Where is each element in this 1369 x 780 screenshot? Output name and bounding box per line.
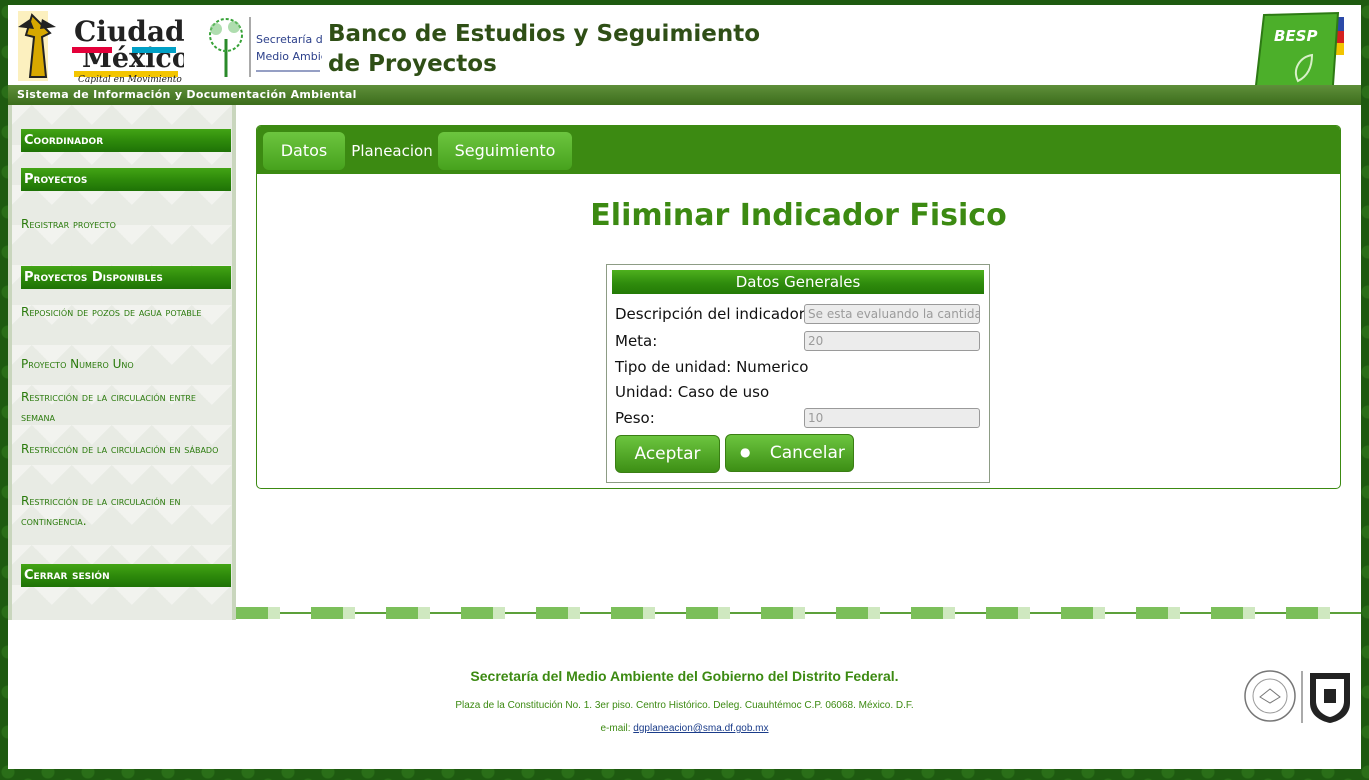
subtitle-text: Sistema de Información y Documentación A… [17,88,357,101]
sidebar-link-restriccion-entre-semana[interactable]: Restricción de la circulación entre sema… [21,387,231,427]
form-title: Datos Generales [612,270,984,294]
sidebar-section-proyectos[interactable]: Proyectos [21,168,231,191]
tab-bar: Datos Planeacion Seguimiento [257,126,1340,174]
cdmx-logo: Ciudad México Capital en Movimiento [18,11,184,85]
sidebar-link-restriccion-sabado[interactable]: Restricción de la circulación en sábado [21,439,231,459]
sidebar-logout[interactable]: Cerrar sesión [21,564,231,587]
decorative-divider [236,607,1361,619]
tab-planeacion[interactable]: Planeacion [349,132,435,170]
meta-input[interactable]: 20 [804,331,980,351]
sidebar-section-proyectos-disponibles[interactable]: Proyectos Disponibles [21,266,231,289]
peso-label: Peso: [615,409,655,427]
main-panel: Datos Planeacion Seguimiento Eliminar In… [256,125,1341,489]
descripcion-label: Descripción del indicador [615,305,805,323]
tab-seguimiento[interactable]: Seguimiento [438,132,572,170]
sidebar-section-coordinador[interactable]: Coordinador [21,129,231,152]
page-frame: Ciudad México Capital en Movimiento Secr… [8,5,1361,769]
svg-text:Secretaría del: Secretaría del [256,33,322,46]
app-title: Banco de Estudios y Seguimiento de Proye… [328,21,761,77]
svg-text:BESP: BESP [1274,27,1317,45]
tipo-unidad-text: Tipo de unidad: Numerico [615,358,809,376]
cancel-button[interactable]: ● Cancelar [725,434,854,472]
sidebar-link-proyecto-numero-uno[interactable]: Proyecto Numero Uno [21,354,231,374]
accept-button[interactable]: Aceptar [615,435,720,473]
meta-label: Meta: [615,332,658,350]
tab-datos[interactable]: Datos [263,132,345,170]
sidebar: Coordinador Proyectos Registrar proyecto… [8,105,236,620]
footer-email-line: e-mail: dgplaneacion@sma.df.gob.mx [8,723,1361,734]
sidebar-link-restriccion-contingencia[interactable]: Restricción de la circulación en conting… [21,491,231,531]
svg-text:Medio Ambiente: Medio Ambiente [256,50,322,63]
sidebar-link-registrar-proyecto[interactable]: Registrar proyecto [21,214,231,234]
secretaria-logo: Secretaría del Medio Ambiente [209,17,322,77]
footer-email-label: e-mail: [600,723,631,734]
footer-address: Plaza de la Constitución No. 1. 3er piso… [455,700,914,711]
page-title: Eliminar Indicador Fisico [590,198,1007,233]
footer-email-link[interactable]: dgplaneacion@sma.df.gob.mx [633,723,768,734]
bullet-icon: ● [740,445,751,459]
header: Ciudad México Capital en Movimiento Secr… [8,5,1361,105]
descripcion-input[interactable]: Se esta evaluando la cantidad [804,304,980,324]
footer-title: Secretaría del Medio Ambiente del Gobier… [470,668,899,684]
svg-text:Capital en Movimiento: Capital en Movimiento [78,75,182,85]
subtitle-bar: Sistema de Información y Documentación A… [8,85,1361,105]
cancel-label: Cancelar [769,443,845,463]
sidebar-link-reposicion-pozos[interactable]: Reposición de pozos de agua potable [21,302,231,322]
unidad-text: Unidad: Caso de uso [615,383,770,401]
government-seals [1244,670,1350,723]
peso-input[interactable]: 10 [804,408,980,428]
datos-generales-form: Datos Generales Descripción del indicado… [606,264,990,483]
